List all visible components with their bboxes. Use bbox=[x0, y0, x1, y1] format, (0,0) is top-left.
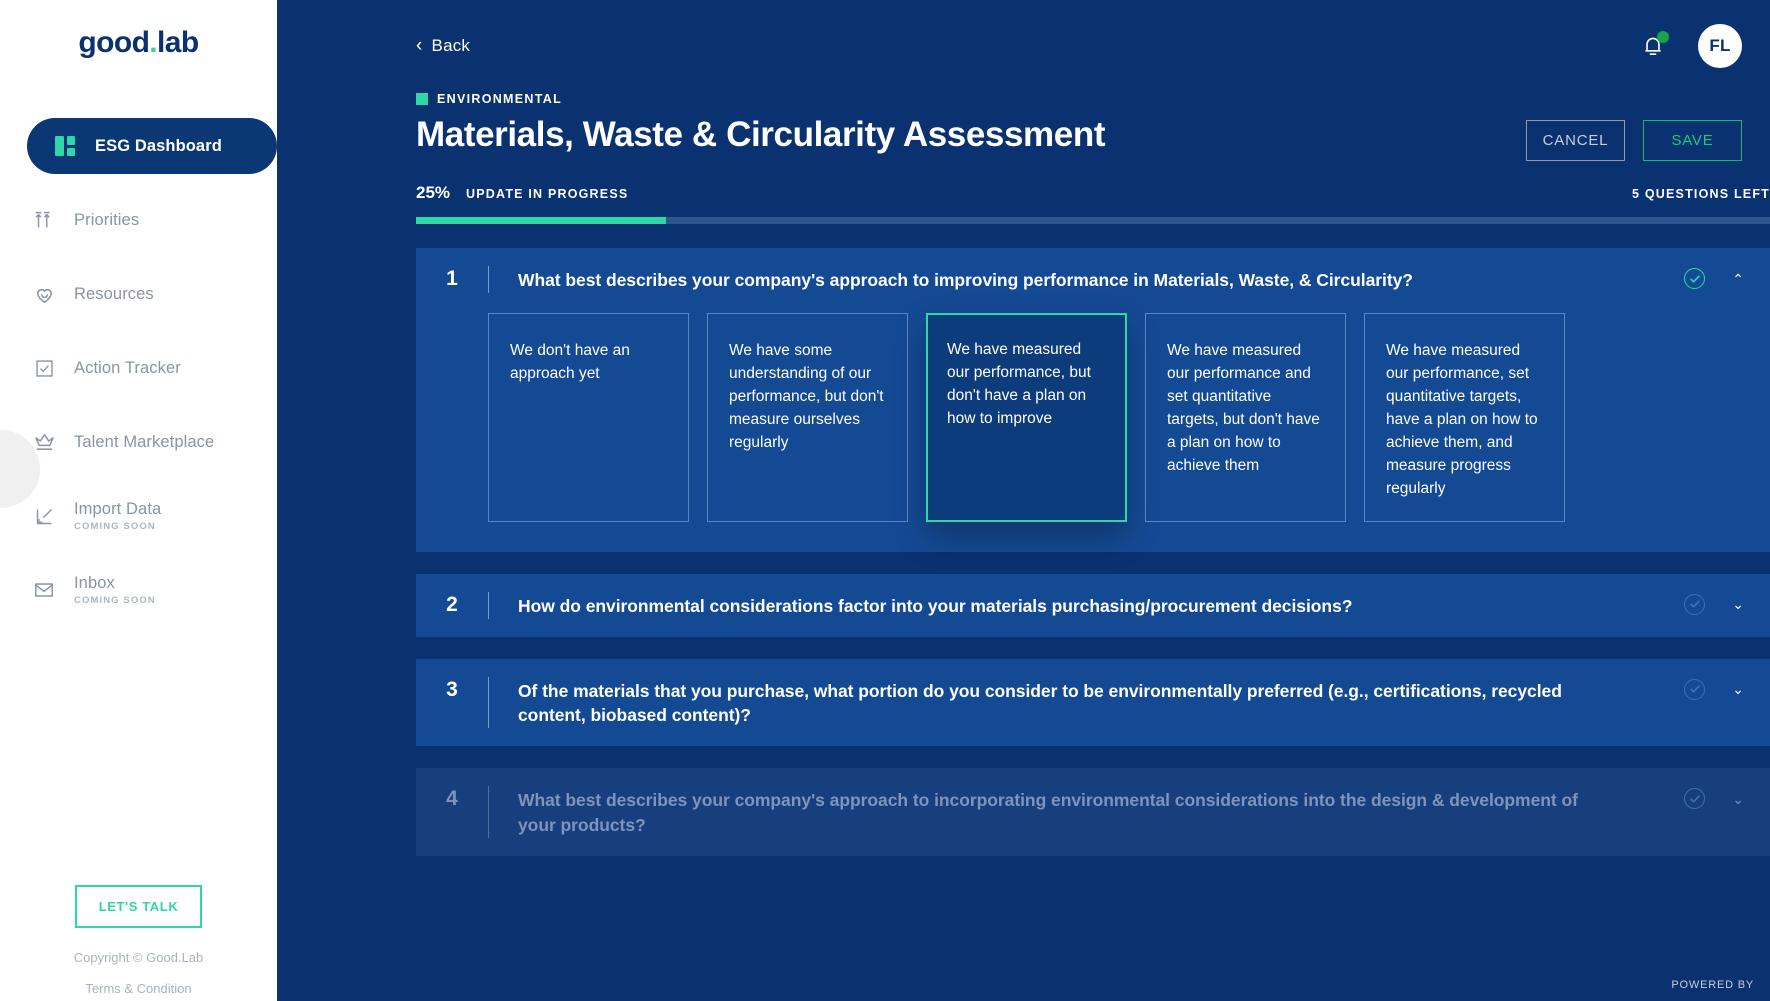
question-actions: ⌄ bbox=[1684, 678, 1744, 700]
sidebar-item-resources[interactable]: Resources bbox=[0, 266, 277, 322]
answer-option[interactable]: We have measured our performance and set… bbox=[1145, 313, 1346, 522]
sidebar-item-talent-marketplace[interactable]: Talent Marketplace bbox=[0, 414, 277, 470]
sidebar-item-inbox[interactable]: Inbox COMING SOON bbox=[0, 562, 277, 618]
sidebar-item-label: Priorities bbox=[74, 210, 140, 229]
notification-badge-dot bbox=[1657, 31, 1669, 43]
logo-container: good.lab bbox=[0, 0, 277, 60]
sidebar-item-import-data[interactable]: Import Data COMING SOON bbox=[0, 488, 277, 544]
header-actions: CANCEL SAVE bbox=[1526, 120, 1742, 161]
question-card[interactable]: 2 How do environmental considerations fac… bbox=[416, 573, 1770, 637]
question-text: How do environmental considerations fact… bbox=[518, 595, 1353, 616]
progress-bar-track bbox=[416, 217, 1770, 225]
sidebar-item-label: Action Tracker bbox=[74, 358, 181, 377]
terms-link[interactable]: Terms & Condition bbox=[0, 981, 277, 996]
sidebar-item-label: Import Data bbox=[74, 499, 162, 518]
question-actions: ⌃ bbox=[1684, 268, 1744, 290]
sidebar-nav: ESG Dashboard Priorities Resources Actio… bbox=[0, 118, 277, 618]
category-label: ENVIRONMENTAL bbox=[437, 92, 562, 106]
question-actions: ⌄ bbox=[1684, 788, 1744, 810]
question-card[interactable]: 3 Of the materials that you purchase, wha… bbox=[416, 658, 1770, 747]
goodlab-logo[interactable]: good.lab bbox=[78, 26, 199, 60]
progress-status: UPDATE IN PROGRESS bbox=[466, 187, 629, 202]
app-root: good.lab ESG Dashboard Priorities Resour… bbox=[0, 0, 1770, 1001]
question-header[interactable]: 3 Of the materials that you purchase, wha… bbox=[416, 659, 1770, 747]
sidebar-item-label: Inbox bbox=[74, 573, 115, 592]
question-header[interactable]: 2 How do environmental considerations fac… bbox=[416, 574, 1770, 637]
sidebar-item-label: Talent Marketplace bbox=[74, 432, 215, 451]
question-header[interactable]: 4 What best describes your company's appr… bbox=[416, 768, 1770, 856]
sidebar: good.lab ESG Dashboard Priorities Resour… bbox=[0, 0, 277, 1001]
chevron-up-icon[interactable]: ⌃ bbox=[1732, 272, 1744, 286]
question-list: 1 What best describes your company's appr… bbox=[277, 248, 1770, 856]
question-divider bbox=[488, 676, 489, 729]
avatar[interactable]: FL bbox=[1698, 24, 1742, 68]
topbar: ‹ Back FL bbox=[277, 0, 1770, 92]
question-card[interactable]: 4 What best describes your company's appr… bbox=[416, 768, 1770, 856]
lets-talk-button[interactable]: LET'S TALK bbox=[74, 885, 203, 928]
lets-talk-container: LET'S TALK bbox=[0, 885, 277, 928]
topbar-actions: FL bbox=[1640, 24, 1742, 68]
progress-percent: 25% bbox=[416, 183, 451, 203]
sidebar-item-badge: COMING SOON bbox=[74, 595, 156, 607]
check-circle-icon[interactable] bbox=[1684, 593, 1706, 615]
question-text: What best describes your company's appro… bbox=[518, 790, 1578, 836]
answer-options: We don't have an approach yet We have som… bbox=[416, 313, 1770, 522]
check-circle-icon[interactable] bbox=[1684, 678, 1706, 700]
question-number: 4 bbox=[446, 787, 458, 811]
answer-option-selected[interactable]: We have measured our performance, but do… bbox=[926, 313, 1127, 522]
check-circle-icon[interactable] bbox=[1684, 788, 1706, 810]
checkbox-icon bbox=[32, 356, 56, 380]
sidebar-item-badge: COMING SOON bbox=[74, 521, 156, 533]
notification-bell-icon[interactable] bbox=[1640, 31, 1669, 59]
answer-option[interactable]: We don't have an approach yet bbox=[488, 313, 689, 522]
assessment-header: ENVIRONMENTAL Materials, Waste & Circula… bbox=[277, 92, 1770, 161]
back-label: Back bbox=[431, 36, 471, 55]
sidebar-item-label: ESG Dashboard bbox=[95, 136, 222, 155]
question-number: 2 bbox=[446, 592, 458, 616]
sidebar-item-priorities[interactable]: Priorities bbox=[0, 192, 277, 248]
resources-icon bbox=[32, 282, 56, 306]
copyright-text: Copyright © Good.Lab bbox=[73, 950, 204, 965]
powered-by-label: POWERED BY bbox=[1671, 979, 1754, 991]
question-divider bbox=[488, 591, 489, 619]
question-card[interactable]: 1 What best describes your company's appr… bbox=[416, 248, 1770, 552]
chevron-down-icon[interactable]: ⌄ bbox=[1732, 597, 1744, 611]
question-number: 1 bbox=[446, 267, 458, 291]
category-square-icon bbox=[416, 93, 428, 105]
question-divider bbox=[488, 786, 489, 838]
progress-info: 25% UPDATE IN PROGRESS 5 QUESTIONS LEFT bbox=[277, 183, 1770, 203]
sidebar-item-esg-dashboard[interactable]: ESG Dashboard bbox=[27, 118, 277, 174]
answer-option[interactable]: We have measured our performance, set qu… bbox=[1364, 313, 1565, 522]
import-icon bbox=[32, 504, 56, 528]
answer-option[interactable]: We have some understanding of our perfor… bbox=[707, 313, 908, 522]
chevron-down-icon[interactable]: ⌄ bbox=[1732, 792, 1744, 806]
sidebar-footer: Copyright © Good.Lab Terms & Condition bbox=[0, 950, 277, 1001]
sidebar-item-action-tracker[interactable]: Action Tracker bbox=[0, 340, 277, 396]
save-button[interactable]: SAVE bbox=[1643, 120, 1742, 161]
question-text: What best describes your company's appro… bbox=[518, 270, 1413, 291]
progress-bar-fill bbox=[416, 217, 667, 225]
back-button[interactable]: ‹ Back bbox=[416, 36, 470, 56]
question-actions: ⌄ bbox=[1684, 593, 1744, 615]
chevron-left-icon: ‹ bbox=[416, 34, 423, 56]
logo-dot: . bbox=[149, 26, 158, 59]
logo-text-second: lab bbox=[157, 26, 199, 59]
check-circle-icon[interactable] bbox=[1684, 268, 1706, 290]
logo-text-first: good bbox=[78, 26, 150, 59]
chevron-down-icon[interactable]: ⌄ bbox=[1732, 682, 1744, 696]
grid-icon bbox=[53, 134, 77, 158]
question-number: 3 bbox=[446, 677, 458, 701]
cancel-button[interactable]: CANCEL bbox=[1526, 120, 1625, 161]
question-header[interactable]: 1 What best describes your company's appr… bbox=[416, 248, 1770, 311]
question-text: Of the materials that you purchase, what… bbox=[518, 680, 1562, 726]
category-badge: ENVIRONMENTAL bbox=[416, 92, 1742, 106]
sidebar-item-label: Resources bbox=[74, 284, 154, 303]
priorities-icon bbox=[32, 208, 56, 232]
envelope-icon bbox=[32, 578, 56, 602]
questions-left-label: 5 QUESTIONS LEFT bbox=[1632, 187, 1770, 202]
main-content: ‹ Back FL ENVIRONMENTAL Materials, Waste… bbox=[277, 0, 1770, 1001]
question-divider bbox=[488, 266, 489, 294]
